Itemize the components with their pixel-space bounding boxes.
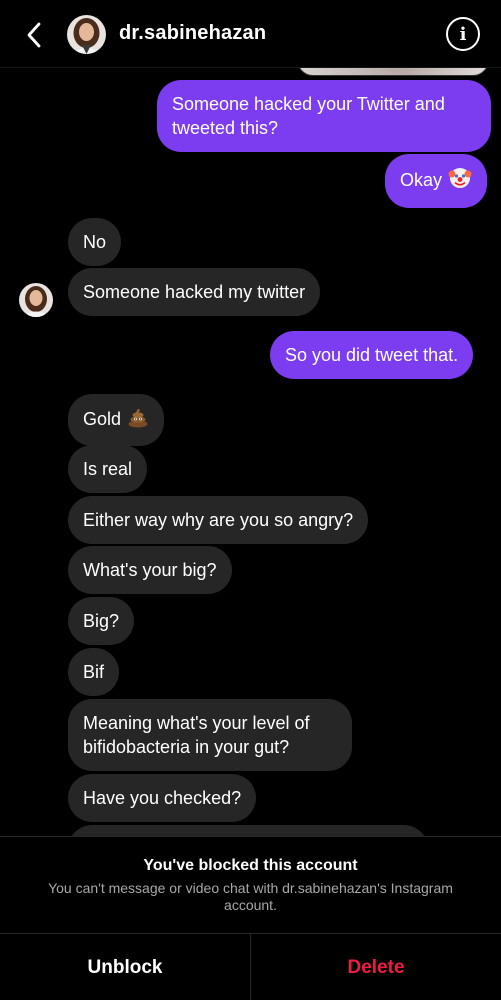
message-bubble-outgoing[interactable]: Someone hacked your Twitter and tweeted … [157, 80, 491, 152]
message-bubble-incoming[interactable]: Someone hacked my twitter [68, 268, 321, 316]
message-text: Have you checked? [83, 788, 242, 808]
message-bubble-incoming[interactable]: No [68, 218, 122, 266]
pile-of-poo-emoji [127, 406, 149, 434]
blocked-actions: Unblock Delete [0, 933, 501, 1000]
message-bubble-incoming-partial[interactable] [68, 825, 428, 836]
message-bubble-outgoing[interactable]: Okay [385, 154, 488, 208]
message-text: No [83, 232, 107, 252]
blocked-account-panel: You've blocked this account You can't me… [0, 836, 501, 1000]
clown-face-emoji [448, 166, 472, 196]
message-text: Is real [83, 459, 133, 479]
message-bubble-incoming[interactable]: Gold [68, 394, 165, 446]
message-text: What's your big? [83, 560, 217, 580]
message-text: Meaning what's your level of bifidobacte… [83, 713, 310, 757]
info-icon: i [459, 23, 467, 45]
sender-avatar[interactable] [19, 283, 53, 317]
chevron-left-icon [27, 22, 41, 48]
blocked-description: You can't message or video chat with dr.… [48, 880, 453, 913]
message-bubble-incoming[interactable]: Is real [68, 445, 148, 493]
message-text: Someone hacked my twitter [83, 282, 306, 302]
message-text: Okay [400, 169, 443, 190]
avatar[interactable] [67, 15, 106, 54]
chat-header: dr.sabinehazan i [0, 0, 501, 68]
info-button[interactable]: i [446, 17, 480, 51]
message-text: Gold [83, 408, 122, 429]
message-thread[interactable]: Someone hacked your Twitter and tweeted … [0, 68, 501, 836]
message-bubble-incoming[interactable]: Have you checked? [68, 774, 257, 822]
message-bubble-incoming[interactable]: Meaning what's your level of bifidobacte… [68, 699, 352, 771]
shared-media-preview[interactable] [297, 68, 489, 76]
unblock-button[interactable]: Unblock [0, 934, 251, 1000]
back-button[interactable] [18, 18, 50, 52]
message-bubble-incoming[interactable]: Either way why are you so angry? [68, 496, 369, 544]
message-bubble-outgoing[interactable]: So you did tweet that. [270, 331, 474, 379]
message-text: Big? [83, 611, 120, 631]
delete-button[interactable]: Delete [251, 934, 501, 1000]
message-bubble-incoming[interactable]: Bif [68, 648, 120, 696]
chat-username[interactable]: dr.sabinehazan [119, 22, 266, 45]
message-text: Someone hacked your Twitter and tweeted … [172, 94, 445, 138]
blocked-title: You've blocked this account [143, 857, 358, 874]
message-bubble-incoming[interactable]: What's your big? [68, 546, 232, 594]
message-bubble-incoming[interactable]: Big? [68, 597, 135, 645]
message-text: Bif [83, 662, 105, 682]
message-text: Either way why are you so angry? [83, 510, 354, 530]
message-text: So you did tweet that. [285, 345, 459, 365]
